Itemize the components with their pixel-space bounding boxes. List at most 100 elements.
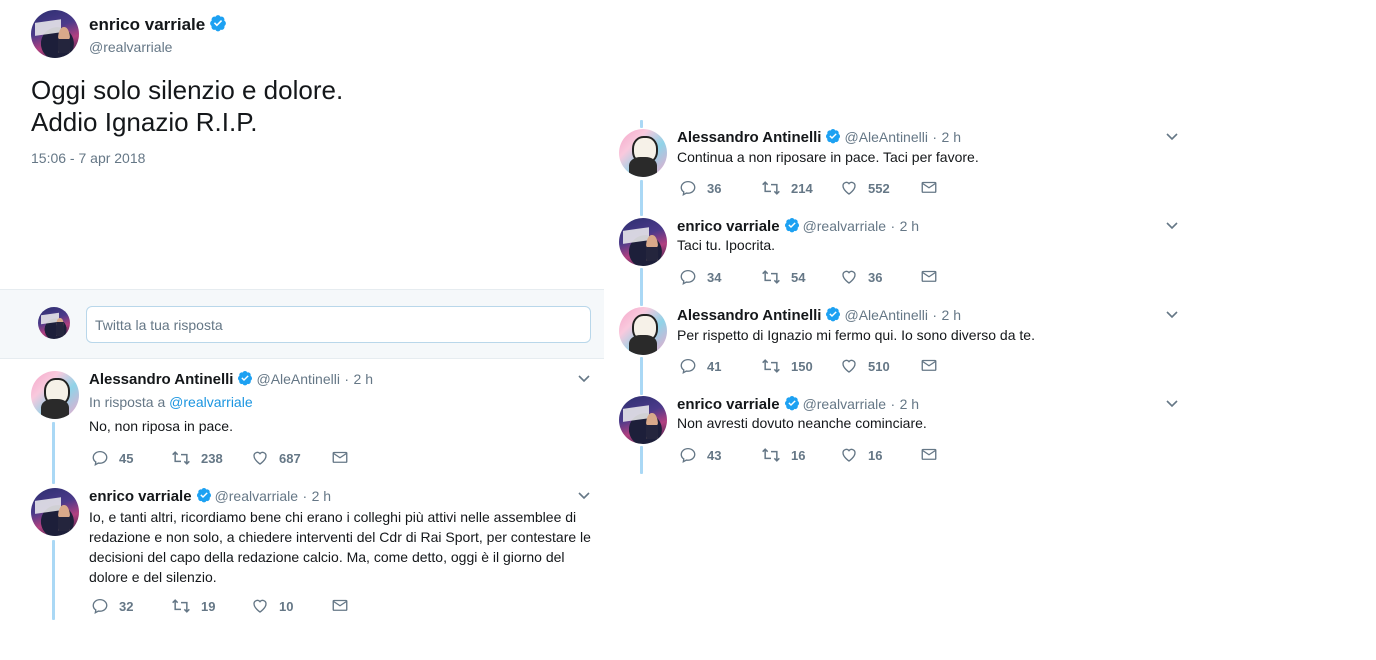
verified-badge-icon (196, 487, 212, 503)
like-button[interactable]: 16 (840, 446, 882, 464)
reply-avatar[interactable] (31, 371, 79, 419)
author-name[interactable]: Alessandro Antinelli (89, 371, 233, 388)
reply-icon (679, 446, 697, 464)
thread-line-right-2 (640, 268, 643, 306)
chevron-down-icon[interactable] (577, 371, 591, 390)
main-author-avatar[interactable] (31, 10, 79, 58)
chevron-down-icon[interactable] (1165, 307, 1179, 326)
reply-button[interactable]: 45 (91, 449, 133, 467)
tweet-text: Continua a non riposare in pace. Taci pe… (677, 149, 979, 165)
author-name[interactable]: Alessandro Antinelli (677, 129, 821, 146)
tweet-time[interactable]: 2 h (942, 129, 961, 145)
direct-message-button[interactable] (331, 597, 359, 613)
retweet-icon (761, 446, 781, 464)
separator-dot: · (890, 396, 896, 412)
separator-dot: · (932, 129, 938, 145)
reply-avatar[interactable] (619, 307, 667, 355)
envelope-icon (331, 597, 349, 613)
author-handle[interactable]: @AleAntinelli (844, 129, 927, 145)
like-button[interactable]: 687 (251, 449, 301, 467)
main-author-name-row[interactable]: enrico varriale (89, 14, 230, 35)
retweet-button[interactable]: 150 (761, 357, 813, 375)
envelope-icon (331, 449, 349, 465)
like-button[interactable]: 552 (840, 179, 890, 197)
reply-icon (679, 179, 697, 197)
reply-count: 34 (707, 269, 722, 285)
direct-message-button[interactable] (920, 179, 948, 195)
heart-icon (840, 357, 858, 375)
tweet-time[interactable]: 2 h (900, 218, 919, 234)
envelope-icon (920, 357, 938, 373)
reply-count: 45 (119, 450, 134, 466)
reply-count: 36 (707, 180, 722, 196)
author-handle[interactable]: @AleAntinelli (256, 371, 339, 387)
composer-avatar (38, 307, 70, 339)
retweet-button[interactable]: 19 (171, 597, 215, 615)
tweet-actions: 34 54 36 (679, 268, 999, 288)
tweet-time[interactable]: 2 h (900, 396, 919, 412)
separator-dot: · (302, 488, 308, 504)
reply-avatar[interactable] (619, 396, 667, 444)
author-name[interactable]: enrico varriale (89, 488, 192, 505)
reply-avatar[interactable] (31, 488, 79, 536)
direct-message-button[interactable] (920, 446, 948, 462)
like-button[interactable]: 10 (251, 597, 293, 615)
author-handle[interactable]: @realvarriale (803, 396, 886, 412)
in-reply-prefix: In risposta a (89, 394, 166, 410)
heart-icon (840, 446, 858, 464)
like-count: 10 (279, 598, 294, 614)
tweet-actions: 41 150 510 (679, 357, 999, 377)
main-tweet-text: Oggi solo silenzio e dolore. Addio Ignaz… (31, 74, 591, 138)
retweet-button[interactable]: 214 (761, 179, 813, 197)
like-count: 16 (868, 447, 883, 463)
reply-button[interactable]: 43 (679, 446, 721, 464)
tweet-actions: 36 214 552 (679, 179, 999, 199)
reply-avatar[interactable] (619, 218, 667, 266)
author-name[interactable]: enrico varriale (677, 218, 780, 235)
tweet-time[interactable]: 2 h (354, 371, 373, 387)
retweet-icon (761, 179, 781, 197)
verified-badge-icon (825, 306, 841, 322)
author-name[interactable]: enrico varriale (677, 396, 780, 413)
author-name[interactable]: Alessandro Antinelli (677, 307, 821, 324)
retweet-button[interactable]: 16 (761, 446, 805, 464)
retweet-button[interactable]: 54 (761, 268, 805, 286)
in-reply-handle-link[interactable]: @realvarriale (169, 394, 252, 410)
retweet-button[interactable]: 238 (171, 449, 223, 467)
direct-message-button[interactable] (331, 449, 359, 465)
like-button[interactable]: 36 (840, 268, 882, 286)
reply-button[interactable]: 34 (679, 268, 721, 286)
tweet-time[interactable]: 2 h (942, 307, 961, 323)
chevron-down-icon[interactable] (1165, 396, 1179, 415)
reply-button[interactable]: 41 (679, 357, 721, 375)
reply-avatar[interactable] (619, 129, 667, 177)
main-author-handle[interactable]: @realvarriale (89, 39, 172, 55)
direct-message-button[interactable] (920, 268, 948, 284)
retweet-count: 16 (791, 447, 806, 463)
chevron-down-icon[interactable] (577, 488, 591, 507)
direct-message-button[interactable] (920, 357, 948, 373)
main-author-name[interactable]: enrico varriale (89, 15, 205, 34)
retweet-count: 19 (201, 598, 216, 614)
reply-button[interactable]: 36 (679, 179, 721, 197)
like-count: 510 (868, 358, 890, 374)
retweet-count: 54 (791, 269, 806, 285)
chevron-down-icon[interactable] (1165, 218, 1179, 237)
author-handle[interactable]: @AleAntinelli (844, 307, 927, 323)
author-handle[interactable]: @realvarriale (215, 488, 298, 504)
reply-count: 43 (707, 447, 722, 463)
tweet-text-line: decisioni del capo della redazione calci… (89, 549, 565, 565)
main-tweet-timestamp[interactable]: 15:06 - 7 apr 2018 (31, 150, 145, 166)
tweet-time[interactable]: 2 h (312, 488, 331, 504)
tweet-header: enrico varriale @realvarriale · 2 h (677, 217, 919, 236)
reply-icon (679, 268, 697, 286)
reply-button[interactable]: 32 (91, 597, 133, 615)
reply-tweet: enrico varriale @realvarriale · 2 h Non a… (677, 395, 1182, 467)
like-button[interactable]: 510 (840, 357, 890, 375)
author-handle[interactable]: @realvarriale (803, 218, 886, 234)
main-tweet-line-1: Oggi solo silenzio e dolore. (31, 75, 344, 105)
reply-input[interactable] (86, 306, 591, 343)
chevron-down-icon[interactable] (1165, 129, 1179, 148)
reply-icon (679, 357, 697, 375)
verified-badge-icon (825, 128, 841, 144)
